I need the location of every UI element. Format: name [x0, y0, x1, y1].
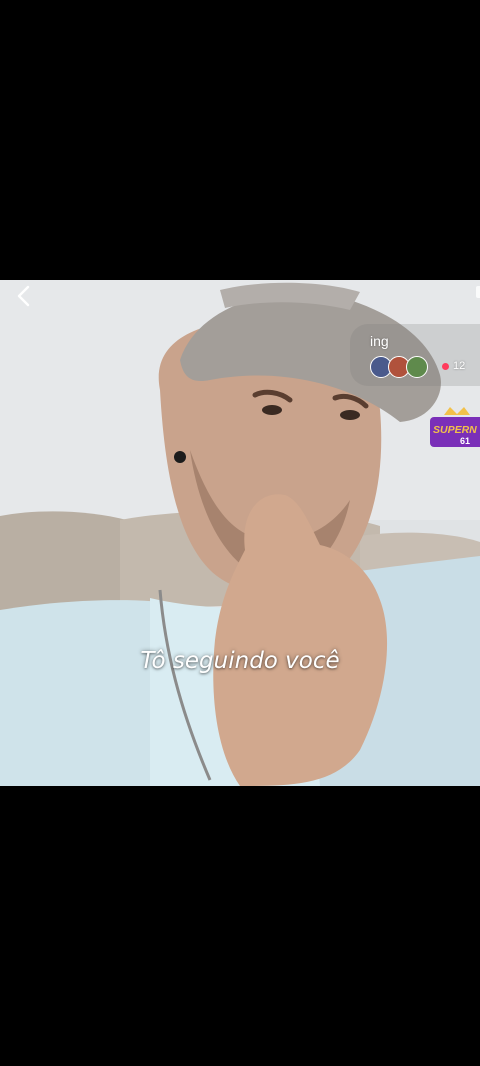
red-dot-icon	[442, 362, 449, 370]
chevron-left-icon	[17, 285, 30, 307]
crown-icon	[444, 407, 470, 415]
caption-text: Tô seguindo você	[140, 648, 340, 674]
live-info-card[interactable]: ing 12	[350, 324, 480, 386]
event-badge[interactable]: SUPERN 61	[430, 405, 480, 459]
event-badge-text: SUPERN	[433, 424, 477, 436]
viewer-count: 12	[442, 360, 465, 372]
edge-handle	[476, 286, 480, 298]
live-card-title: ing	[370, 333, 389, 349]
event-badge-subtext: 61	[460, 436, 470, 446]
back-button[interactable]	[10, 282, 38, 310]
live-video-frame[interactable]: ing 12 SUPERN 61 Tô seguindo você	[0, 280, 480, 786]
viewer-count-value: 12	[453, 360, 466, 372]
viewer-avatars[interactable]	[370, 356, 440, 380]
viewer-avatar	[406, 356, 428, 378]
event-badge-graphic: SUPERN 61	[430, 407, 480, 447]
